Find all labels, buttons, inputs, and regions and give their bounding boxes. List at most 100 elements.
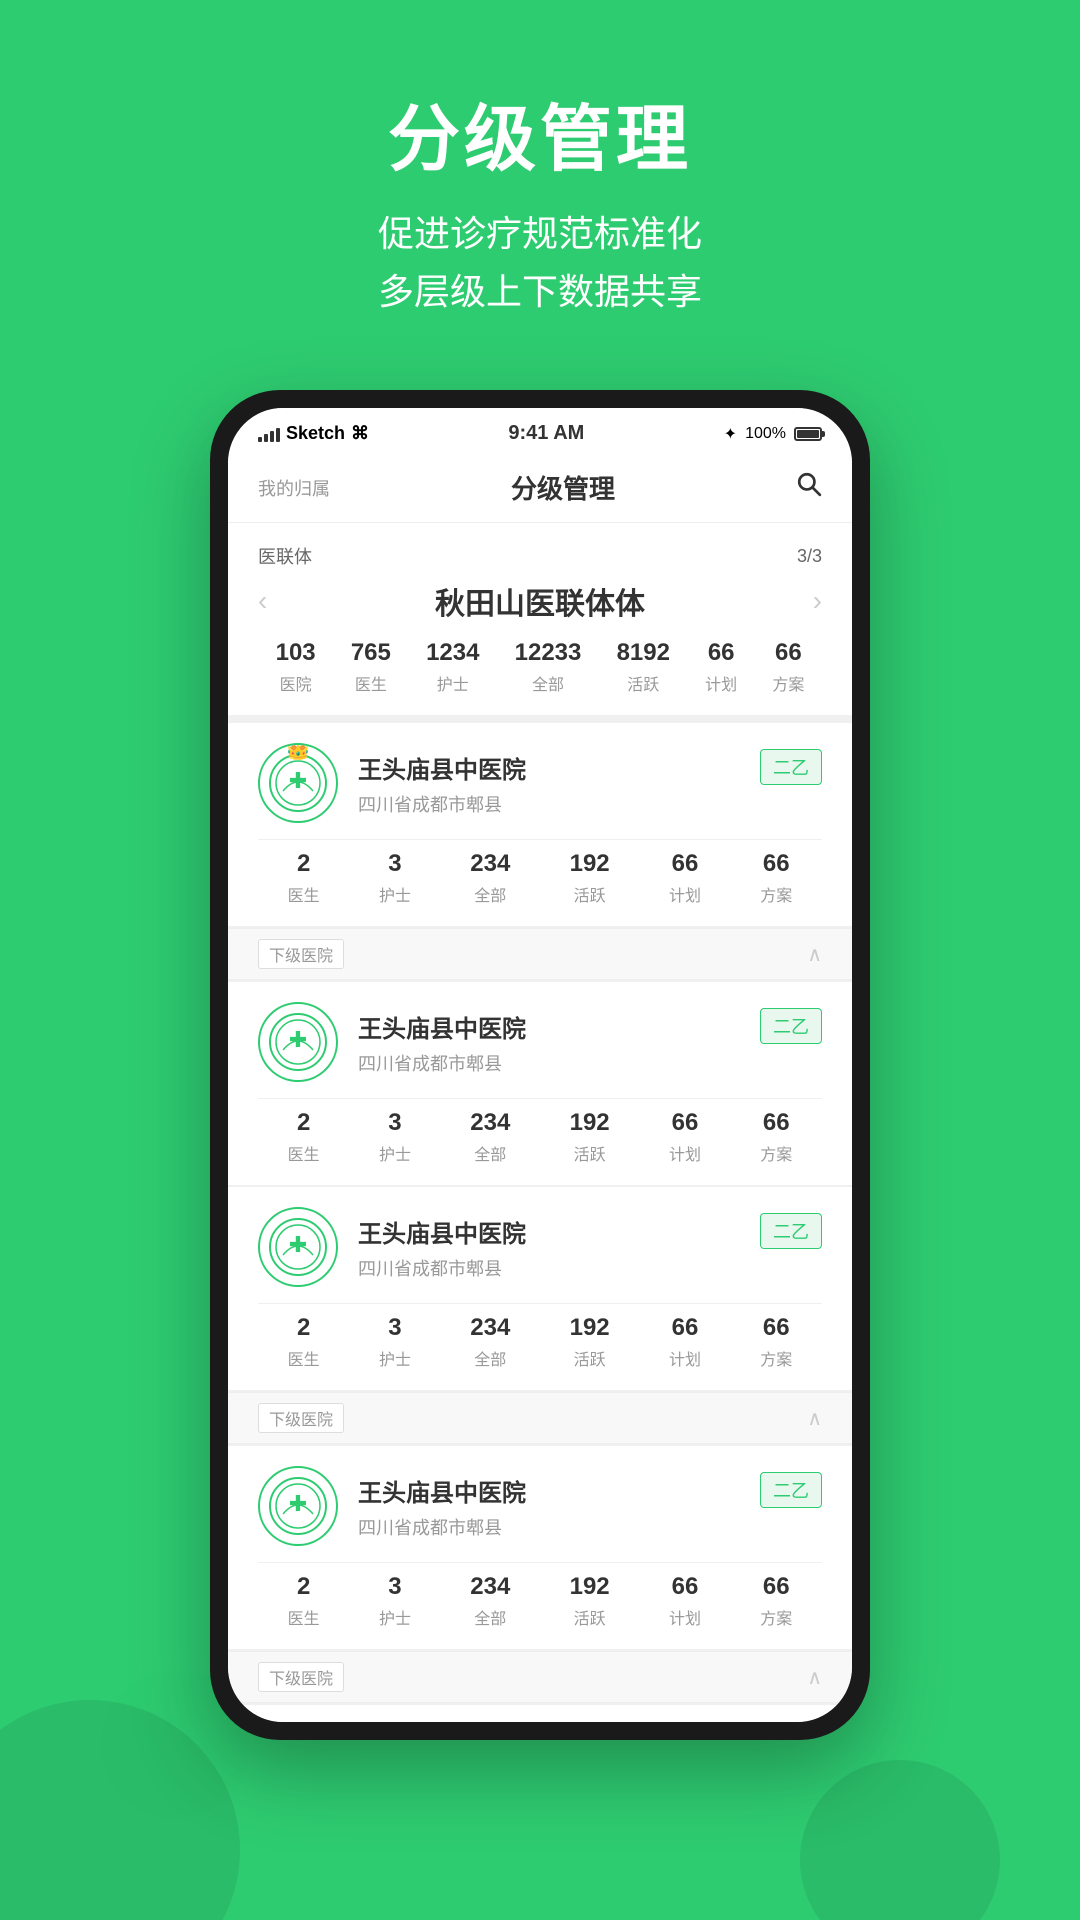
hospital-logo-2: ✚	[258, 1207, 338, 1287]
status-right: ✦ 100%	[724, 424, 822, 444]
hospital-info-2: 王头庙县中医院 二乙 四川省成都市郫县	[358, 1213, 822, 1281]
crown-icon: 👑	[286, 743, 311, 762]
hospital-name-1: 王头庙县中医院	[358, 1009, 526, 1044]
hospital-info-0: 王头庙县中医院 二乙 四川省成都市郫县	[358, 749, 822, 817]
hospital-addr-2: 四川省成都市郫县	[358, 1259, 502, 1279]
signal-bar-1	[258, 437, 262, 442]
signal-bars	[258, 426, 280, 442]
stat-value-4: 8192	[617, 639, 670, 667]
union-stat-5: 66 计划	[705, 639, 737, 695]
signal-bar-4	[276, 428, 280, 442]
hospital-info-1: 王头庙县中医院 二乙 四川省成都市郫县	[358, 1008, 822, 1076]
svg-text:✚: ✚	[289, 1491, 307, 1516]
sub-label-3: 下级医院	[258, 1662, 344, 1692]
hospital-main-1: ✚ 王头庙县中医院 二乙 四川省成都市郫县	[258, 1002, 822, 1082]
hospital-addr-1: 四川省成都市郫县	[358, 1054, 502, 1074]
stat-value-6: 66	[772, 639, 804, 667]
content-area[interactable]: 医联体 3/3 ‹ 秋田山医联体体 › 103 医院	[228, 523, 852, 1722]
union-stat-4: 8192 活跃	[617, 639, 670, 695]
stat-label-1: 医生	[351, 671, 391, 695]
hero-title: 分级管理	[0, 80, 1080, 185]
hospital-grade-2: 二乙	[760, 1213, 822, 1249]
stat-label-0: 医院	[276, 671, 316, 695]
hospital-card-1[interactable]: ✚ 王头庙县中医院 二乙 四川省成都市郫县	[228, 982, 852, 1185]
hospital-grade-1: 二乙	[760, 1008, 822, 1044]
chevron-up-icon-1[interactable]: ∧	[807, 942, 822, 967]
union-meta: 医联体 3/3	[258, 543, 822, 569]
hero-subtitle: 促进诊疗规范标准化 多层级上下数据共享	[0, 205, 1080, 320]
sub-divider-1[interactable]: 下级医院 ∧	[228, 928, 852, 980]
hospital-stats-3: 2医生 3护士 234全部 192活跃 66计划 66方案	[258, 1562, 822, 1629]
stat-label-6: 方案	[772, 671, 804, 695]
status-time: 9:41 AM	[508, 422, 584, 445]
hospital-card-3[interactable]: ✚ 王头庙县中医院 二乙 四川省成都市郫县	[228, 1446, 852, 1649]
subtitle-line1: 促进诊疗规范标准化	[378, 213, 702, 254]
hospital-main-3: ✚ 王头庙县中医院 二乙 四川省成都市郫县	[258, 1466, 822, 1546]
stat-value-1: 765	[351, 639, 391, 667]
union-stats: 103 医院 765 医生 1234 护士 12233	[258, 639, 822, 695]
union-stat-2: 1234 护士	[426, 639, 479, 695]
union-name: 秋田山医联体体	[435, 579, 645, 623]
battery-pct: 100%	[745, 425, 786, 443]
hospital-addr-3: 四川省成都市郫县	[358, 1518, 502, 1538]
hospital-main-2: ✚ 王头庙县中医院 二乙 四川省成都市郫县	[258, 1207, 822, 1287]
union-stat-0: 103 医院	[276, 639, 316, 695]
stat-label-5: 计划	[705, 671, 737, 695]
hospital-grade-3: 二乙	[760, 1472, 822, 1508]
battery-icon	[794, 427, 822, 441]
hospital-logo-1: ✚	[258, 1002, 338, 1082]
chevron-up-icon-2[interactable]: ∧	[807, 1406, 822, 1431]
hero-section: 分级管理 促进诊疗规范标准化 多层级上下数据共享	[0, 0, 1080, 360]
hospital-name-0: 王头庙县中医院	[358, 750, 526, 785]
union-label: 医联体	[258, 543, 312, 569]
next-arrow-icon[interactable]: ›	[813, 585, 822, 617]
hospital-info-3: 王头庙县中医院 二乙 四川省成都市郫县	[358, 1472, 822, 1540]
hospital-emblem-3: ✚	[268, 1476, 328, 1536]
hospital-name-row-3: 王头庙县中医院 二乙	[358, 1472, 822, 1508]
union-header: 医联体 3/3 ‹ 秋田山医联体体 › 103 医院	[228, 523, 852, 715]
stat-value-0: 103	[276, 639, 316, 667]
hospital-addr-0: 四川省成都市郫县	[358, 795, 502, 815]
sub-divider-2[interactable]: 下级医院 ∧	[228, 1392, 852, 1444]
status-bar: Sketch ⌘ 9:41 AM ✦ 100%	[228, 408, 852, 453]
union-stat-3: 12233 全部	[515, 639, 582, 695]
hospital-stats-0: 2医生 3护士 234全部 192活跃 66计划 66方案	[258, 839, 822, 906]
hospital-stats-1: 2医生 3护士 234全部 192活跃 66计划 66方案	[258, 1098, 822, 1165]
hospital-name-row-0: 王头庙县中医院 二乙	[358, 749, 822, 785]
sub-label-2: 下级医院	[258, 1403, 344, 1433]
stat-label-3: 全部	[515, 671, 582, 695]
svg-text:✚: ✚	[289, 1027, 307, 1052]
stat-value-5: 66	[705, 639, 737, 667]
stat-label-4: 活跃	[617, 671, 670, 695]
prev-arrow-icon[interactable]: ‹	[258, 585, 267, 617]
hospital-emblem-1: ✚	[268, 1012, 328, 1072]
hospital-logo-3: ✚	[258, 1466, 338, 1546]
hospital-main-0: 👑 ✚ 王头庙县中医院 二乙	[258, 743, 822, 823]
hospital-card-2[interactable]: ✚ 王头庙县中医院 二乙 四川省成都市郫县	[228, 1187, 852, 1390]
svg-text:✚: ✚	[289, 1232, 307, 1257]
stat-value-3: 12233	[515, 639, 582, 667]
nav-back-button[interactable]: 我的归属	[258, 475, 330, 501]
union-stat-1: 765 医生	[351, 639, 391, 695]
hospital-name-2: 王头庙县中医院	[358, 1214, 526, 1249]
hospital-logo-0: 👑 ✚	[258, 743, 338, 823]
stat-value-2: 1234	[426, 639, 479, 667]
phone-frame: Sketch ⌘ 9:41 AM ✦ 100% 我的归属 分级管理	[210, 390, 870, 1740]
bluetooth-icon: ✦	[724, 424, 737, 444]
subtitle-line2: 多层级上下数据共享	[378, 271, 702, 312]
hospital-stats-2: 2医生 3护士 234全部 192活跃 66计划 66方案	[258, 1303, 822, 1370]
hospital-card-4[interactable]: ✚ 王头庙县中医院 二乙 四川省成都市郫县	[228, 1705, 852, 1722]
nav-bar: 我的归属 分级管理	[228, 453, 852, 523]
battery-fill	[797, 430, 819, 438]
search-icon[interactable]	[796, 471, 822, 504]
hospital-name-row-1: 王头庙县中医院 二乙	[358, 1008, 822, 1044]
signal-bar-2	[264, 434, 268, 442]
hospital-name-3: 王头庙县中医院	[358, 1473, 526, 1508]
hospital-card-0[interactable]: 👑 ✚ 王头庙县中医院 二乙	[228, 723, 852, 926]
sub-label-1: 下级医院	[258, 939, 344, 969]
chevron-up-icon-3[interactable]: ∧	[807, 1665, 822, 1690]
union-stat-6: 66 方案	[772, 639, 804, 695]
status-left: Sketch ⌘	[258, 423, 369, 444]
stat-label-2: 护士	[426, 671, 479, 695]
sub-divider-3[interactable]: 下级医院 ∧	[228, 1651, 852, 1703]
